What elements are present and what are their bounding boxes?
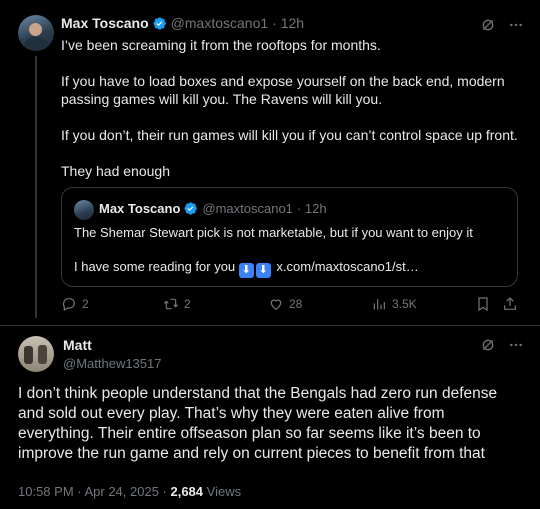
verified-badge-icon [153, 16, 166, 30]
down-arrow-emoji-icon: ⬇ [255, 263, 271, 278]
verified-badge-icon [184, 202, 198, 215]
reply-timestamp[interactable]: 10:58 PM · Apr 24, 2025 · [18, 484, 170, 499]
reply-metadata: 10:58 PM · Apr 24, 2025 · 2,684 Views [18, 484, 241, 499]
avatar[interactable] [18, 15, 54, 51]
quoted-line-prefix: I have some reading for you [74, 259, 236, 274]
tweet-tools [480, 17, 524, 33]
tweet-paragraph: If you have to load boxes and expose you… [61, 73, 505, 107]
tweet-text: I’ve been screaming it from the rooftops… [61, 36, 521, 198]
reply-views-label: Views [203, 484, 242, 499]
reply-icon [62, 298, 75, 312]
quoted-link[interactable]: x.com/maxtoscano1/st… [276, 259, 418, 274]
view-count: 3.5K [392, 297, 417, 311]
views-button[interactable]: 3.5K [371, 296, 417, 312]
author-handle[interactable]: @maxtoscano1 [171, 15, 268, 31]
author-name[interactable]: Matt [63, 337, 92, 353]
author-handle[interactable]: @Matthew13517 [63, 356, 161, 371]
share-icon[interactable] [502, 296, 518, 312]
down-arrow-emoji-icon: ⬇ [238, 263, 254, 278]
heart-icon [270, 299, 282, 311]
avatar [74, 200, 94, 220]
author-name: Max Toscano [99, 201, 181, 216]
reply-tools [480, 337, 524, 353]
author-name[interactable]: Max Toscano [61, 15, 149, 31]
tweet-paragraph: I’ve been screaming it from the rooftops… [61, 37, 381, 53]
timestamp: · 12h [296, 201, 327, 216]
tweet-paragraph: If you don’t, their run games will kill … [61, 127, 518, 143]
more-icon[interactable] [508, 17, 524, 33]
avatar[interactable] [18, 336, 54, 372]
reply-button[interactable]: 2 [61, 296, 89, 312]
quoted-tweet-header: Max Toscano @maxtoscano1 · 12h [99, 201, 327, 216]
quoted-tweet-text: The Shemar Stewart pick is not marketabl… [74, 224, 504, 295]
more-icon[interactable] [508, 337, 524, 353]
like-button[interactable]: 28 [268, 296, 302, 312]
action-bar: 2 2 28 3.5K [61, 296, 521, 316]
grok-icon[interactable] [480, 17, 496, 33]
analytics-icon [373, 299, 385, 310]
reply-text: I don’t think people understand that the… [18, 385, 498, 462]
reply-views-count: 2,684 [170, 484, 204, 499]
grok-icon[interactable] [480, 337, 496, 353]
author-handle: @maxtoscano1 [202, 201, 293, 216]
tweet: Max Toscano @maxtoscano1 · 12h I’ve been… [0, 0, 540, 325]
repost-icon [163, 298, 179, 310]
repost-button[interactable]: 2 [163, 296, 191, 312]
quoted-tweet[interactable]: Max Toscano @maxtoscano1 · 12h The Shema… [61, 187, 518, 287]
repost-count: 2 [184, 297, 191, 311]
bookmark-icon[interactable] [475, 296, 491, 312]
reply-count: 2 [82, 297, 89, 311]
thread-line [35, 56, 37, 318]
tweet-header: Max Toscano @maxtoscano1 · 12h [61, 15, 304, 31]
quoted-line: I have some reading for you ⬇ ⬇ x.com/max… [74, 258, 504, 278]
like-count: 28 [289, 297, 303, 311]
tweet-paragraph: They had enough [61, 163, 170, 179]
timestamp[interactable]: · 12h [272, 15, 304, 31]
quoted-line: The Shemar Stewart pick is not marketabl… [74, 225, 473, 240]
divider [0, 325, 540, 326]
